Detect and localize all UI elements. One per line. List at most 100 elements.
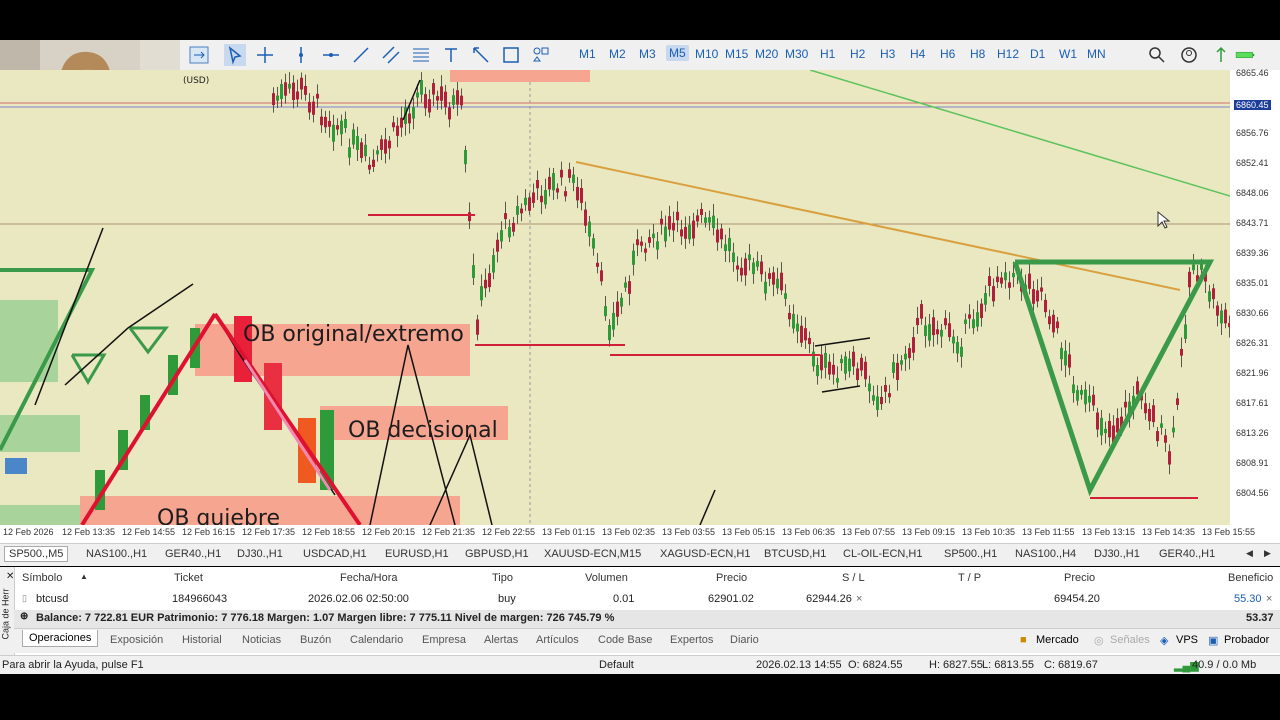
col-profit[interactable]: Beneficio xyxy=(1228,572,1273,584)
toolbox-close-icon[interactable]: ✕ xyxy=(6,571,14,582)
tabs-scroll-right-icon[interactable]: ▶ xyxy=(1264,548,1271,559)
chart-canvas[interactable] xyxy=(0,70,1230,525)
timeframe-h3[interactable]: H3 xyxy=(880,47,895,61)
channel-icon[interactable] xyxy=(380,44,402,66)
timeframe-m30[interactable]: M30 xyxy=(785,47,808,61)
symbol-tab[interactable]: GER40.,H1 xyxy=(1159,548,1215,560)
row-symbol[interactable]: btcusd xyxy=(36,593,68,605)
autoscroll-icon[interactable] xyxy=(188,44,210,66)
text-icon[interactable] xyxy=(440,44,462,66)
price-label: 6848.06 xyxy=(1236,188,1269,198)
timeframe-d1[interactable]: D1 xyxy=(1030,47,1045,61)
candle-body xyxy=(368,164,371,170)
timeframe-h8[interactable]: H8 xyxy=(970,47,985,61)
symbol-tab[interactable]: DJ30.,H1 xyxy=(237,548,283,560)
timeframe-h1[interactable]: H1 xyxy=(820,47,835,61)
green-zone-3 xyxy=(0,505,80,525)
signal-icon[interactable] xyxy=(1210,44,1232,66)
col-symbol[interactable]: Símbolo xyxy=(22,572,62,584)
timeframe-m3[interactable]: M3 xyxy=(639,47,656,61)
fibonacci-icon[interactable] xyxy=(410,44,432,66)
symbol-tab[interactable]: XAUUSD-ECN,M15 xyxy=(544,548,641,560)
col-volume[interactable]: Volumen xyxy=(585,572,628,584)
timeframe-h4[interactable]: H4 xyxy=(910,47,925,61)
tab-senales[interactable]: Señales xyxy=(1110,634,1150,646)
timeframe-h6[interactable]: H6 xyxy=(940,47,955,61)
time-label: 13 Feb 03:55 xyxy=(662,527,716,537)
candle-body xyxy=(900,360,903,365)
timeframe-m20[interactable]: M20 xyxy=(755,47,778,61)
candle-body xyxy=(1152,405,1155,423)
timeframe-w1[interactable]: W1 xyxy=(1059,47,1077,61)
tab-calendario[interactable]: Calendario xyxy=(350,634,403,646)
pink-diagonal xyxy=(243,359,332,491)
tab-articulos[interactable]: Artículos xyxy=(536,634,579,646)
timeframe-h12[interactable]: H12 xyxy=(997,47,1019,61)
col-tp[interactable]: T / P xyxy=(958,572,981,584)
col-sl[interactable]: S / L xyxy=(842,572,865,584)
tab-empresa[interactable]: Empresa xyxy=(422,634,466,646)
symbol-tab[interactable]: BTCUSD,H1 xyxy=(764,548,826,560)
timeframe-h2[interactable]: H2 xyxy=(850,47,865,61)
account-icon[interactable] xyxy=(1178,44,1200,66)
tab-noticias[interactable]: Noticias xyxy=(242,634,281,646)
symbol-tab[interactable]: GBPUSD,H1 xyxy=(465,548,529,560)
tab-diario[interactable]: Diario xyxy=(730,634,759,646)
symbol-tab[interactable]: USDCAD,H1 xyxy=(303,548,367,560)
col-type[interactable]: Tipo xyxy=(492,572,513,584)
tab-mercado[interactable]: Mercado xyxy=(1036,634,1079,646)
symbol-tab[interactable]: EURUSD,H1 xyxy=(385,548,449,560)
tab-codebase[interactable]: Code Base xyxy=(598,634,652,646)
candle-body xyxy=(1156,431,1159,442)
symbol-tab[interactable]: SP500.,H1 xyxy=(944,548,997,560)
tab-exposicion[interactable]: Exposición xyxy=(110,634,163,646)
shapes-icon[interactable] xyxy=(500,44,522,66)
search-icon[interactable] xyxy=(1146,44,1168,66)
candle-body xyxy=(868,383,871,392)
price-chart[interactable]: (USD) OB original/extremo OB decisional … xyxy=(0,70,1230,525)
tabs-scroll-left-icon[interactable]: ◀ xyxy=(1246,548,1253,559)
timeframe-m5[interactable]: M5 xyxy=(666,45,689,61)
candle-body xyxy=(384,139,387,154)
timeframe-m10[interactable]: M10 xyxy=(695,47,718,61)
timeframe-m1[interactable]: M1 xyxy=(579,47,596,61)
time-label: 13 Feb 07:55 xyxy=(842,527,896,537)
crosshair-icon[interactable] xyxy=(254,44,276,66)
objects-icon[interactable] xyxy=(530,44,552,66)
col-price[interactable]: Precio xyxy=(716,572,747,584)
timeframe-mn[interactable]: MN xyxy=(1087,47,1106,61)
cursor-icon[interactable] xyxy=(224,44,246,66)
col-time[interactable]: Fecha/Hora xyxy=(340,572,397,584)
row-sl-remove-icon[interactable]: × xyxy=(856,593,862,605)
symbol-tab[interactable]: DJ30.,H1 xyxy=(1094,548,1140,560)
row-close-icon[interactable]: × xyxy=(1266,593,1272,605)
trendline-icon[interactable] xyxy=(350,44,372,66)
symbol-tab[interactable]: NAS100.,H1 xyxy=(86,548,147,560)
tab-operaciones[interactable]: Operaciones xyxy=(22,630,99,647)
col-cur-price[interactable]: Precio xyxy=(1064,572,1095,584)
arrows-icon[interactable] xyxy=(470,44,492,66)
timeframe-m2[interactable]: M2 xyxy=(609,47,626,61)
symbol-tab[interactable]: CL-OIL-ECN,H1 xyxy=(843,548,922,560)
candle-body xyxy=(420,80,423,95)
col-ticket[interactable]: Ticket xyxy=(174,572,203,584)
candle-body xyxy=(624,282,627,288)
tab-probador[interactable]: Probador xyxy=(1224,634,1269,646)
symbol-tab[interactable]: GER40.,H1 xyxy=(165,548,221,560)
candle-body xyxy=(328,120,331,127)
tab-buzon[interactable]: Buzón xyxy=(300,634,331,646)
row-sl[interactable]: 62944.26 xyxy=(806,593,852,605)
expand-icon[interactable]: ⊕ xyxy=(20,611,28,622)
candle-body xyxy=(860,357,863,371)
symbol-tab[interactable]: NAS100.,H4 xyxy=(1015,548,1076,560)
vertical-line-icon[interactable] xyxy=(290,44,312,66)
tab-expertos[interactable]: Expertos xyxy=(670,634,713,646)
tab-historial[interactable]: Historial xyxy=(182,634,222,646)
tab-vps[interactable]: VPS xyxy=(1176,634,1198,646)
tab-alertas[interactable]: Alertas xyxy=(484,634,518,646)
status-profile[interactable]: Default xyxy=(599,659,634,671)
timeframe-m15[interactable]: M15 xyxy=(725,47,748,61)
symbol-tab[interactable]: XAGUSD-ECN,H1 xyxy=(660,548,750,560)
symbol-tab[interactable]: SP500.,M5 xyxy=(4,546,69,562)
horizontal-line-icon[interactable] xyxy=(320,44,342,66)
